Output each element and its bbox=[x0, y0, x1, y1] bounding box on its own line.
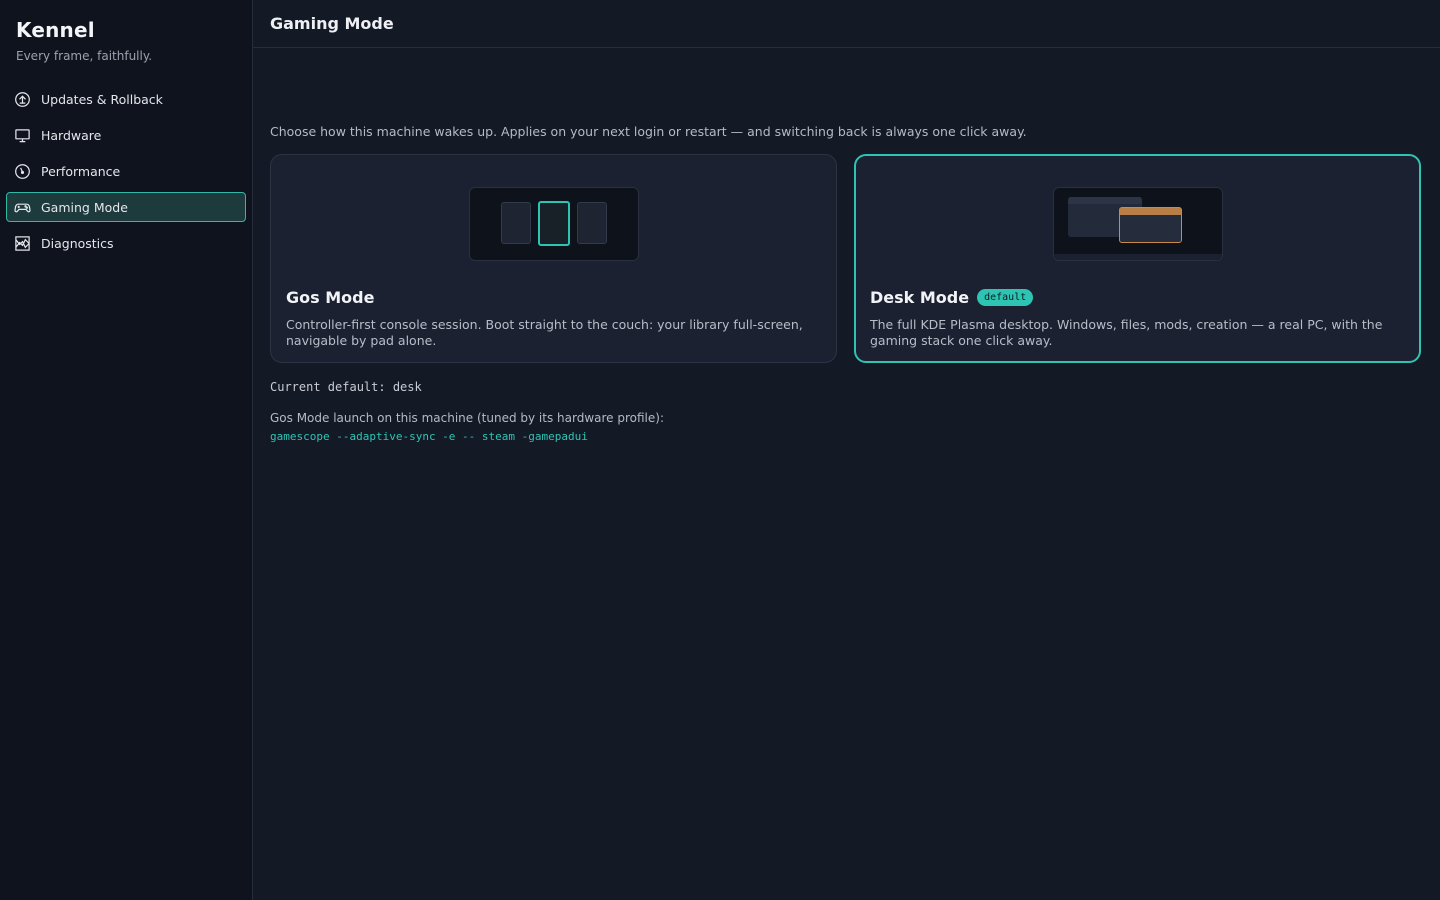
library-tile bbox=[577, 202, 607, 244]
sidebar-item-label: Gaming Mode bbox=[41, 199, 128, 215]
sidebar-nav: Updates & Rollback Hardware Performance … bbox=[0, 84, 252, 258]
current-default-status: Current default: desk bbox=[270, 380, 422, 394]
default-badge: default bbox=[977, 289, 1034, 306]
mode-cards: Gos Mode Controller-first console sessio… bbox=[270, 154, 1423, 363]
app-title: Kennel bbox=[16, 18, 95, 42]
sidebar-item-updates-rollback[interactable]: Updates & Rollback bbox=[6, 84, 246, 114]
sidebar: Kennel Every frame, faithfully. Updates … bbox=[0, 0, 253, 900]
sidebar-item-label: Hardware bbox=[41, 127, 102, 143]
monitor-icon bbox=[13, 126, 31, 144]
card-title-row: Desk Mode default bbox=[870, 288, 1034, 307]
foreground-window bbox=[1119, 207, 1182, 243]
desk-mode-card[interactable]: Desk Mode default The full KDE Plasma de… bbox=[854, 154, 1421, 363]
gamepad-icon bbox=[13, 198, 31, 216]
diagnostics-chart-icon bbox=[13, 234, 31, 252]
gos-mode-card[interactable]: Gos Mode Controller-first console sessio… bbox=[270, 154, 837, 363]
card-description: The full KDE Plasma desktop. Windows, fi… bbox=[870, 317, 1383, 348]
launch-command: gamescope --adaptive-sync -e -- steam -g… bbox=[270, 430, 588, 443]
gaming-mode-content: Choose how this machine wakes up. Applie… bbox=[253, 48, 1440, 443]
sidebar-item-gaming-mode[interactable]: Gaming Mode bbox=[6, 192, 246, 222]
desktop-windows-preview-icon bbox=[1053, 187, 1223, 261]
brand: Kennel Every frame, faithfully. bbox=[0, 0, 252, 63]
sidebar-item-label: Updates & Rollback bbox=[41, 91, 163, 107]
update-arrow-icon bbox=[13, 90, 31, 108]
launch-command-label: Gos Mode launch on this machine (tuned b… bbox=[270, 411, 665, 425]
sidebar-item-diagnostics[interactable]: Diagnostics bbox=[6, 228, 246, 258]
sidebar-item-performance[interactable]: Performance bbox=[6, 156, 246, 186]
card-description: Controller-first console session. Boot s… bbox=[286, 317, 803, 348]
sidebar-item-label: Diagnostics bbox=[41, 235, 114, 251]
gauge-icon bbox=[13, 162, 31, 180]
card-title: Desk Mode bbox=[870, 288, 970, 307]
console-layout-preview-icon bbox=[469, 187, 639, 261]
intro-text: Choose how this machine wakes up. Applie… bbox=[270, 124, 1027, 139]
app-tagline: Every frame, faithfully. bbox=[16, 49, 153, 63]
sidebar-item-hardware[interactable]: Hardware bbox=[6, 120, 246, 150]
top-bar: Gaming Mode bbox=[253, 0, 1440, 48]
card-title: Gos Mode bbox=[286, 288, 375, 307]
page-title: Gaming Mode bbox=[270, 14, 394, 33]
library-tile bbox=[501, 202, 531, 244]
sidebar-item-label: Performance bbox=[41, 163, 121, 179]
card-title-row: Gos Mode bbox=[286, 288, 374, 307]
library-tile-focused bbox=[538, 201, 570, 246]
main-panel: Gaming Mode Choose how this machine wake… bbox=[253, 0, 1440, 900]
app-window: Kennel Every frame, faithfully. Updates … bbox=[0, 0, 1440, 900]
taskbar bbox=[1054, 254, 1222, 260]
